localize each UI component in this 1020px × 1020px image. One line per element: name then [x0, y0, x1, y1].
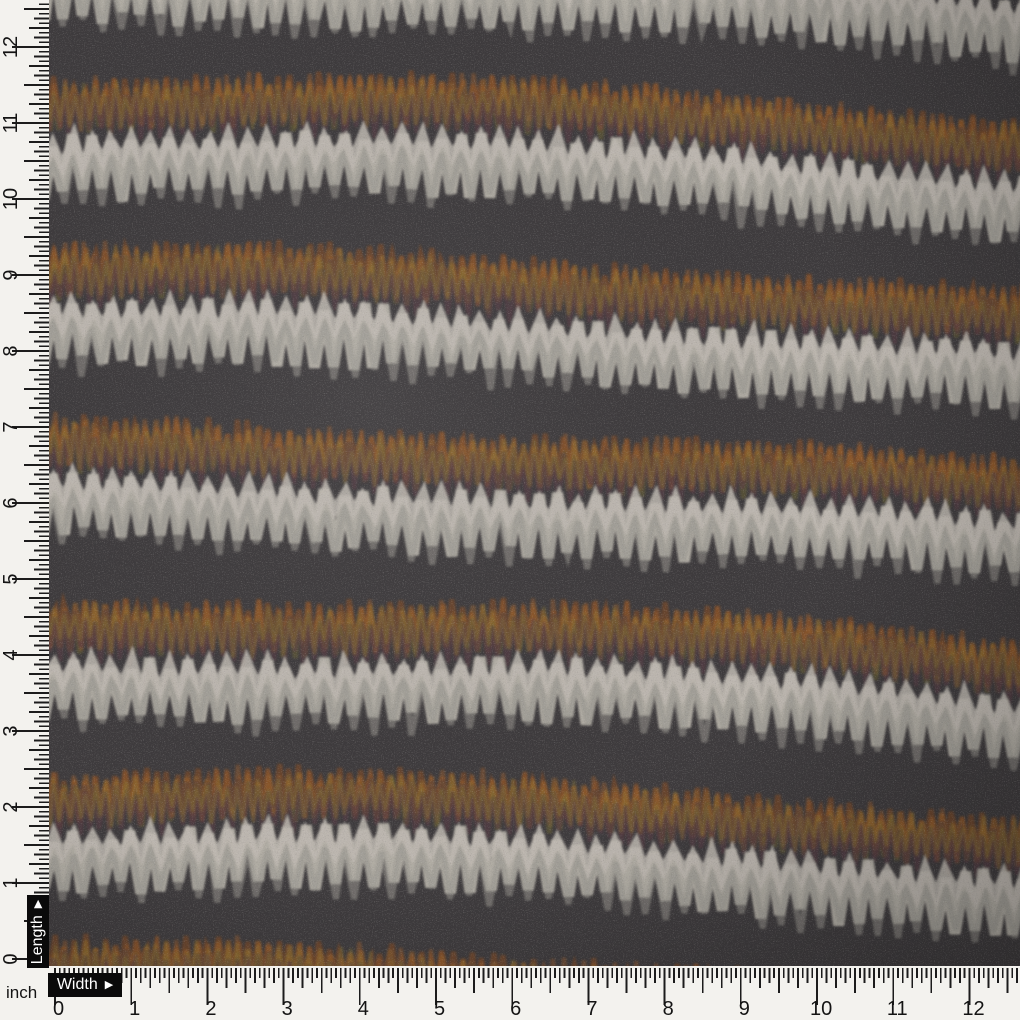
width-inch-number: 0 — [52, 998, 65, 1020]
width-inch-number: 6 — [510, 998, 522, 1020]
vignette-overlay — [49, 0, 1020, 966]
width-inch-number: 8 — [662, 998, 674, 1020]
width-inch-number: 3 — [281, 998, 293, 1020]
fabric-listing-image: 0 1 2 3 4 5 6 7 8 9 10 11 12 0 1 2 3 4 5 6 7 8 9 10 11 12 Length… — [0, 0, 1020, 1020]
length-inch-number: 3 — [0, 725, 22, 737]
length-ruler: 0 1 2 3 4 5 6 7 8 9 10 11 12 — [0, 0, 49, 1020]
length-inch-number: 11 — [0, 112, 22, 134]
width-inch-number: 4 — [357, 998, 369, 1020]
length-inch-number: 5 — [0, 573, 22, 585]
length-inch-number: 1 — [0, 877, 22, 889]
length-label-text: Length — [29, 914, 46, 964]
width-inch-number: 5 — [433, 998, 446, 1020]
width-label-text: Width — [56, 976, 98, 993]
width-inch-number: 2 — [205, 998, 217, 1020]
width-inch-number: 12 — [962, 998, 985, 1020]
width-inch-number: 1 — [129, 998, 141, 1020]
length-inch-number: 7 — [0, 421, 22, 433]
ruler-unit-label: inch — [6, 983, 38, 1002]
tick-marks — [54, 968, 1018, 1005]
width-inch-number: 7 — [586, 998, 598, 1020]
length-inch-number: 2 — [0, 801, 22, 813]
length-inch-number: 9 — [0, 269, 22, 281]
length-inch-number: 8 — [0, 345, 22, 357]
width-inch-number: 11 — [886, 998, 908, 1020]
length-inch-number: 4 — [0, 649, 22, 661]
fabric-swatch-image — [49, 0, 1020, 966]
length-inch-number: 12 — [0, 35, 22, 59]
width-inch-number: 9 — [738, 998, 750, 1020]
up-arrow-icon: ▶ — [31, 899, 44, 908]
right-arrow-icon: ▶ — [104, 978, 114, 991]
length-inch-number: 10 — [0, 187, 22, 211]
width-axis-label: Width ▶ — [48, 973, 122, 997]
length-inch-number: 6 — [0, 497, 22, 509]
width-inch-number: 10 — [809, 998, 833, 1020]
fabric-swatch-photo — [49, 0, 1020, 966]
length-axis-label: Length ▶ — [27, 895, 49, 968]
width-ruler: 0 1 2 3 4 5 6 7 8 9 10 11 12 — [0, 966, 1020, 1020]
